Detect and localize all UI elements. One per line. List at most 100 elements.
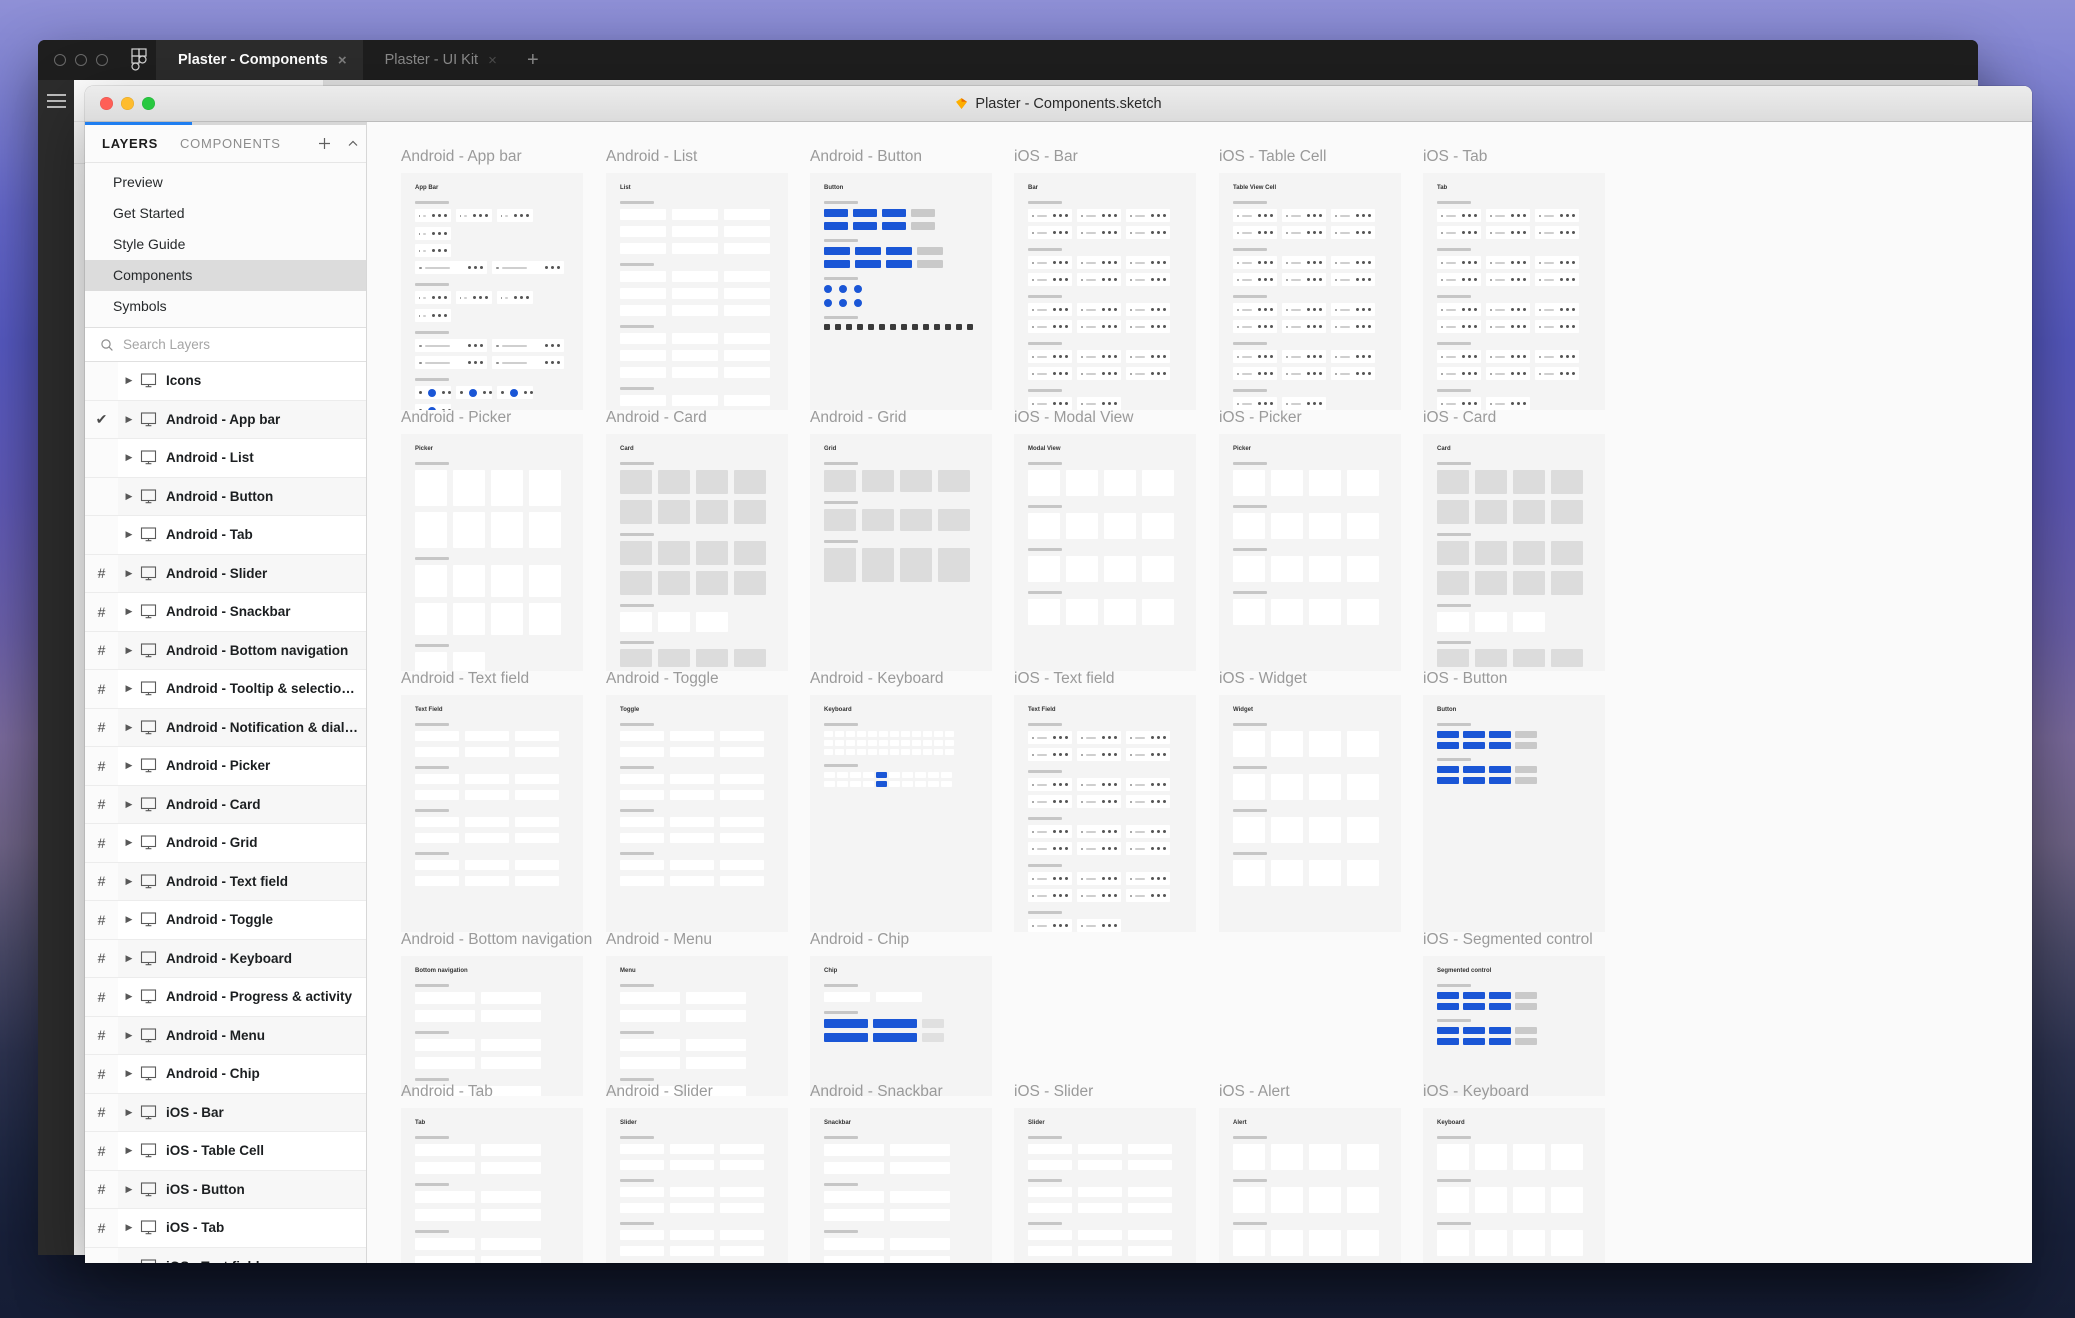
artboard[interactable]: iOS - Picker Picker [1219,409,1401,671]
disclosure-triangle-icon[interactable]: ▶ [118,876,140,887]
symbol-marker-icon[interactable]: # [85,824,118,862]
artboard[interactable]: Android - Grid Grid [810,409,992,671]
disclosure-triangle-icon[interactable]: ▶ [118,1068,140,1079]
artboard-title[interactable]: Android - Picker [401,409,583,427]
symbol-marker-icon[interactable]: # [85,670,118,708]
symbol-marker-icon[interactable]: # [85,1170,118,1208]
disclosure-triangle-icon[interactable]: ▶ [118,683,140,694]
artboard[interactable]: Android - Bottom navigation Bottom naviga… [401,931,592,1096]
artboard[interactable]: Android - Chip Chip [810,931,992,1096]
artboard-title[interactable]: Android - Tab [401,1083,583,1101]
artboard-canvas[interactable]: Chip [810,956,992,1096]
layer-gutter[interactable] [85,362,118,400]
hamburger-menu-icon[interactable] [46,94,66,108]
layer-row[interactable]: ▶ Android - List [85,439,366,478]
figma-window-controls[interactable] [38,40,122,80]
artboard[interactable]: iOS - Tab Tab [1423,148,1605,410]
layer-gutter[interactable] [85,439,118,477]
layer-row[interactable]: ▶ Android - Button [85,477,366,516]
artboard[interactable]: Android - Tab Tab [401,1083,583,1263]
figma-tab-plaster-ui-kit[interactable]: Plaster - UI Kit × [363,40,513,80]
artboard-canvas[interactable]: Toggle [606,695,788,932]
disclosure-triangle-icon[interactable]: ▶ [118,760,140,771]
artboard-title[interactable]: iOS - Card [1423,409,1605,427]
symbol-marker-icon[interactable]: # [85,1093,118,1131]
layer-row[interactable]: ▶ Android - Tab [85,516,366,555]
symbol-marker-icon[interactable]: # [85,554,118,592]
artboard-canvas[interactable]: Segmented control [1423,956,1605,1096]
artboard-title[interactable]: Android - Bottom navigation [401,931,592,949]
page-item-get-started[interactable]: Get Started [85,198,366,229]
symbol-marker-icon[interactable]: # [85,862,118,900]
disclosure-triangle-icon[interactable]: ▶ [118,1222,140,1233]
close-icon[interactable]: × [488,53,497,68]
artboard[interactable]: Android - Snackbar Snackbar [810,1083,992,1263]
artboard-canvas[interactable]: Button [1423,695,1605,932]
symbol-marker-icon[interactable]: # [85,631,118,669]
layer-row[interactable]: # ▶ iOS - Tab [85,1209,366,1248]
figma-minimize-button[interactable] [75,54,87,66]
disclosure-triangle-icon[interactable]: ▶ [118,953,140,964]
artboard-canvas[interactable]: Tab [401,1108,583,1263]
artboard-canvas[interactable]: Text Field [401,695,583,932]
layer-gutter[interactable] [85,516,118,554]
layer-row[interactable]: # ▶ Android - Picker [85,747,366,786]
artboard-title[interactable]: iOS - Table Cell [1219,148,1401,166]
artboard-title[interactable]: Android - Toggle [606,670,788,688]
disclosure-triangle-icon[interactable]: ▶ [118,645,140,656]
layer-row[interactable]: # ▶ Android - Keyboard [85,939,366,978]
page-item-symbols[interactable]: Symbols [85,291,366,322]
page-item-components[interactable]: Components [85,260,366,291]
layer-row[interactable]: # ▶ Android - Grid [85,824,366,863]
artboard-title[interactable]: Android - Chip [810,931,992,949]
disclosure-triangle-icon[interactable]: ▶ [118,799,140,810]
artboard-title[interactable]: Android - Snackbar [810,1083,992,1101]
artboard-title[interactable]: iOS - Widget [1219,670,1401,688]
artboard-title[interactable]: iOS - Bar [1014,148,1196,166]
layer-gutter[interactable] [85,477,118,515]
figma-close-button[interactable] [54,54,66,66]
artboard-title[interactable]: iOS - Slider [1014,1083,1196,1101]
artboard-title[interactable]: iOS - Keyboard [1423,1083,1605,1101]
artboard-title[interactable]: iOS - Tab [1423,148,1605,166]
symbol-marker-icon[interactable]: # [85,1016,118,1054]
layer-row[interactable]: # ▶ Android - Card [85,785,366,824]
artboard-title[interactable]: Android - Slider [606,1083,788,1101]
add-page-button[interactable] [317,136,332,151]
artboard[interactable]: iOS - Modal View Modal View [1014,409,1196,671]
close-icon[interactable]: × [338,53,347,68]
artboard[interactable]: Android - Text field Text Field [401,670,583,932]
artboard-canvas[interactable]: Grid [810,434,992,671]
layer-row[interactable]: # ▶ Android - Notification & dialog [85,708,366,747]
artboard-title[interactable]: iOS - Picker [1219,409,1401,427]
tab-layers[interactable]: LAYERS [102,136,158,151]
page-item-style-guide[interactable]: Style Guide [85,229,366,260]
artboard-title[interactable]: Android - Grid [810,409,992,427]
layer-row[interactable]: # ▶ Android - Snackbar [85,593,366,632]
disclosure-triangle-icon[interactable]: ▶ [118,1145,140,1156]
search-layers-field[interactable]: Search Layers [85,328,366,362]
artboard-canvas[interactable]: Button [810,173,992,410]
page-item-preview[interactable]: Preview [85,167,366,198]
artboard[interactable]: iOS - Slider Slider [1014,1083,1196,1263]
artboard-canvas[interactable]: Bottom navigation [401,956,583,1096]
layer-row[interactable]: # ▶ Android - Menu [85,1016,366,1055]
disclosure-triangle-icon[interactable]: ▶ [118,375,140,386]
artboard-canvas[interactable]: Menu [606,956,788,1096]
artboard-title[interactable]: Android - List [606,148,788,166]
artboard-canvas[interactable]: Slider [606,1108,788,1263]
layer-row[interactable]: # ▶ Android - Progress & activity [85,978,366,1017]
artboard[interactable]: iOS - Segmented control Segmented control [1423,931,1605,1096]
disclosure-triangle-icon[interactable]: ▶ [118,452,140,463]
artboard[interactable]: iOS - Button Button [1423,670,1605,932]
symbol-marker-icon[interactable]: # [85,593,118,631]
artboard-canvas[interactable]: Picker [401,434,583,671]
disclosure-triangle-icon[interactable]: ▶ [118,1030,140,1041]
symbol-marker-icon[interactable]: # [85,1132,118,1170]
tab-components[interactable]: COMPONENTS [180,136,281,151]
symbol-marker-icon[interactable]: # [85,785,118,823]
artboard-canvas[interactable]: Keyboard [810,695,992,932]
layer-row[interactable]: # ▶ iOS - Button [85,1170,366,1209]
figma-maximize-button[interactable] [96,54,108,66]
artboard-title[interactable]: Android - Card [606,409,788,427]
